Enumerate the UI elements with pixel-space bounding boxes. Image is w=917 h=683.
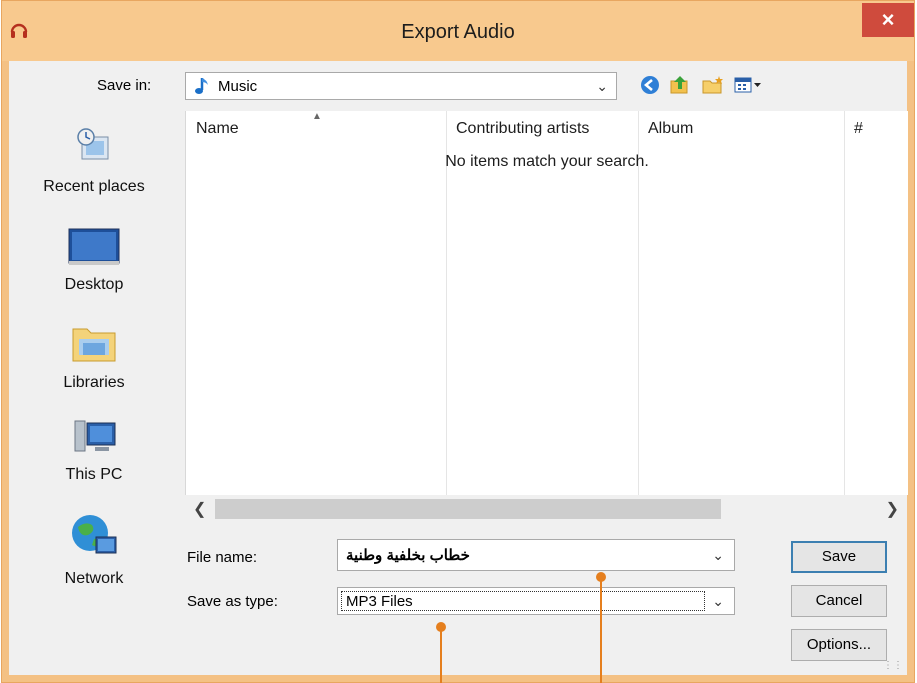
file-name-value: خطاب بخلفية وطنية [346,547,470,564]
horizontal-scrollbar[interactable]: ❮ ❯ [185,495,907,523]
scroll-left-icon[interactable]: ❮ [193,499,206,519]
column-header-track-number[interactable]: # [844,111,908,147]
music-note-icon [195,78,208,94]
file-name-field[interactable]: خطاب بخلفية وطنية ⌄ [337,539,735,571]
column-header-album[interactable]: Album [638,111,844,147]
place-label: This PC [65,466,123,483]
chevron-down-icon[interactable]: ⌄ [712,593,724,610]
place-label: Network [64,570,124,587]
chevron-down-icon[interactable]: ⌄ [712,547,724,564]
scroll-right-icon[interactable]: ❯ [886,499,899,519]
save-in-value: Music [218,78,258,95]
new-folder-icon[interactable] [701,73,725,97]
back-icon[interactable] [639,73,661,97]
save-button[interactable]: Save [791,541,887,573]
file-name-label: File name: [187,549,258,566]
scrollbar-thumb[interactable] [215,499,721,519]
place-recent-places[interactable]: Recent places [9,125,179,196]
save-as-type-label: Save as type: [187,593,278,610]
desktop-icon [68,228,120,265]
annotation-marker-line [600,580,602,683]
focus-rect: MP3 Files [341,591,705,611]
network-icon [72,515,117,554]
up-folder-icon[interactable] [669,73,691,97]
place-libraries[interactable]: Libraries [9,321,179,392]
empty-list-message: No items match your search. [445,153,649,170]
place-desktop[interactable]: Desktop [9,227,179,294]
resize-grip-icon[interactable]: ⋮⋮ [883,660,903,671]
this-pc-icon [74,420,116,452]
place-label: Desktop [64,276,124,293]
chevron-down-icon: ⌄ [596,78,608,94]
options-button[interactable]: Options... [791,629,887,661]
save-in-dropdown[interactable]: Music ⌄ [185,72,617,100]
recent-places-icon [77,128,109,160]
places-bar: Recent places Desktop Libraries This PC … [9,111,179,675]
place-network[interactable]: Network [9,509,179,588]
libraries-icon [72,328,116,362]
save-in-label: Save in: [97,77,152,94]
close-button[interactable]: × [862,3,914,37]
place-label: Libraries [63,374,125,391]
save-as-type-value: MP3 Files [346,593,413,610]
file-list[interactable]: Name ▲ Contributing artists Album # No i… [185,111,908,495]
save-as-type-dropdown[interactable]: MP3 Files ⌄ [337,587,735,615]
window-title: Export Audio [401,21,515,43]
export-audio-dialog: Export Audio × Save in: Music ⌄ Recent p… [1,0,915,683]
view-menu-icon[interactable] [733,73,763,97]
cancel-button[interactable]: Cancel [791,585,887,617]
dialog-body: Save in: Music ⌄ Recent places Desktop L… [9,61,908,675]
place-this-pc[interactable]: This PC [9,417,179,484]
title-bar[interactable]: Export Audio × [2,1,914,61]
annotation-marker-line [440,630,442,683]
column-header-contributing-artists[interactable]: Contributing artists [446,111,638,147]
sort-ascending-icon: ▲ [312,111,322,122]
place-label: Recent places [43,178,145,195]
